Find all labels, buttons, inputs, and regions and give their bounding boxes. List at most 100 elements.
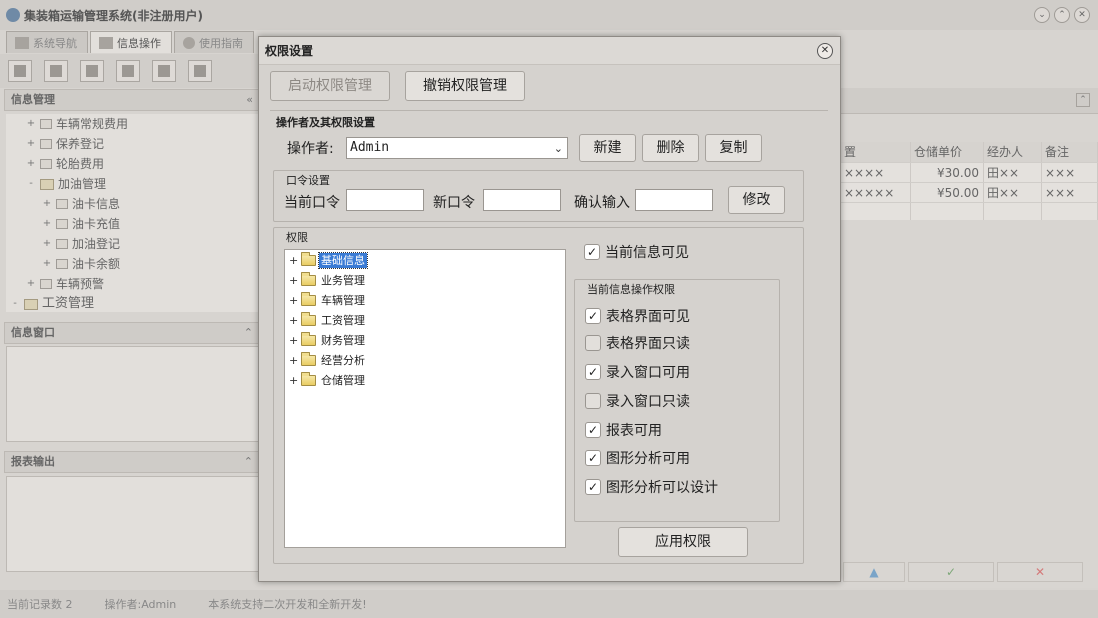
grid-header-cell[interactable]: 经办人 bbox=[984, 142, 1042, 162]
nav-tab-icon bbox=[15, 36, 29, 49]
collapse-icon[interactable]: ⌃ bbox=[244, 452, 253, 472]
checkbox-check-icon[interactable]: ✓ bbox=[585, 450, 601, 466]
confirm-password-input[interactable] bbox=[635, 189, 713, 211]
perm-tree-node[interactable]: + 工资管理 bbox=[289, 311, 367, 329]
checkbox-check-icon[interactable]: ✓ bbox=[585, 479, 601, 495]
table-row[interactable]: ×××× ¥30.00 田×× ××× bbox=[841, 162, 1098, 182]
collapse-up-icon[interactable]: ⌃ bbox=[1076, 93, 1090, 107]
copy-operator-button[interactable]: 复制 bbox=[705, 134, 762, 162]
op-checkbox[interactable]: ✓ 录入窗口可用 bbox=[585, 362, 690, 382]
tree-item[interactable]: + 车辆常规费用 bbox=[26, 114, 128, 134]
tree-item[interactable]: - 加油管理 bbox=[26, 174, 106, 194]
tree-item[interactable]: + 车辆预警 bbox=[26, 274, 104, 294]
checkbox-check-icon[interactable]: ✓ bbox=[584, 244, 600, 260]
perm-tree-node[interactable]: + 财务管理 bbox=[289, 331, 367, 349]
apply-permission-button[interactable]: 应用权限 bbox=[618, 527, 748, 557]
folder-icon bbox=[301, 311, 316, 326]
tab-info-operation[interactable]: 信息操作 bbox=[90, 31, 172, 53]
tree-item[interactable]: + 加油登记 bbox=[42, 234, 120, 254]
expand-icon[interactable]: + bbox=[289, 314, 298, 327]
op-checkbox[interactable]: ✓ 报表可用 bbox=[585, 420, 662, 440]
grid-header-cell[interactable]: 仓储单价 bbox=[911, 142, 984, 162]
search-tool-button[interactable] bbox=[8, 60, 32, 82]
export-icon bbox=[194, 65, 206, 77]
modify-password-button[interactable]: 修改 bbox=[728, 186, 785, 214]
export-tool-button[interactable] bbox=[188, 60, 212, 82]
search-icon bbox=[14, 65, 26, 77]
checkbox-check-icon[interactable]: ✓ bbox=[585, 422, 601, 438]
tree-item[interactable]: + 轮胎费用 bbox=[26, 154, 104, 174]
tree-item[interactable]: + 油卡信息 bbox=[42, 194, 120, 214]
window-tool-button[interactable] bbox=[152, 60, 176, 82]
perm-tree-node[interactable]: + 基础信息 bbox=[289, 251, 368, 269]
checkbox-check-icon[interactable] bbox=[585, 335, 601, 351]
checkbox-check-icon[interactable] bbox=[585, 393, 601, 409]
confirm-button[interactable]: ✓ bbox=[908, 562, 994, 582]
main-tabs: 系统导航 信息操作 使用指南 bbox=[6, 31, 254, 53]
perm-tree-node[interactable]: + 业务管理 bbox=[289, 271, 367, 289]
tree-item[interactable]: + 保养登记 bbox=[26, 134, 104, 154]
tree-item[interactable]: + 油卡余额 bbox=[42, 254, 120, 274]
grid-header-cell[interactable]: 置 bbox=[841, 142, 911, 162]
data-grid-panel: ⌃ 置 仓储单价 经办人 备注 ×××× ¥30.00 田×× ××× ××××… bbox=[841, 88, 1098, 588]
current-password-input[interactable] bbox=[346, 189, 424, 211]
chevron-down-icon: ⌄ bbox=[553, 142, 563, 155]
grid-header-row: 置 仓储单价 经办人 备注 bbox=[841, 142, 1098, 162]
grid-cell: ¥50.00 bbox=[911, 183, 984, 202]
perm-tree-node[interactable]: + 仓储管理 bbox=[289, 371, 367, 389]
close-window-icon[interactable]: ✕ bbox=[1074, 7, 1090, 23]
close-icon[interactable]: ✕ bbox=[817, 43, 833, 59]
new-password-input[interactable] bbox=[483, 189, 561, 211]
checkbox-check-icon[interactable]: ✓ bbox=[585, 364, 601, 380]
grid-header-cell[interactable]: 备注 bbox=[1042, 142, 1098, 162]
revoke-permission-button[interactable]: 撤销权限管理 bbox=[405, 71, 525, 101]
tools-icon bbox=[40, 119, 52, 129]
folder-icon bbox=[301, 371, 316, 386]
tab-system-nav[interactable]: 系统导航 bbox=[6, 31, 88, 53]
table-row[interactable]: ××××× ¥50.00 田×× ××× bbox=[841, 182, 1098, 202]
title-bar: 集装箱运输管理系统(非注册用户) ⌄ ⌃ ✕ bbox=[0, 0, 1098, 30]
status-bar: 当前记录数 2 操作者:Admin 本系统支持二次开发和全新开发! bbox=[0, 590, 1098, 618]
folder-icon bbox=[301, 331, 316, 346]
info-visible-checkbox[interactable]: ✓ 当前信息可见 bbox=[584, 242, 689, 262]
expand-icon[interactable]: + bbox=[289, 274, 298, 287]
op-checkbox[interactable]: 录入窗口只读 bbox=[585, 391, 690, 411]
collapse-left-icon[interactable]: « bbox=[246, 90, 253, 110]
tab-user-guide[interactable]: 使用指南 bbox=[174, 31, 254, 53]
users-tool-button[interactable] bbox=[116, 60, 140, 82]
panel-icon bbox=[50, 65, 62, 77]
checkbox-check-icon[interactable]: ✓ bbox=[585, 308, 601, 324]
table-row[interactable] bbox=[841, 202, 1098, 220]
expand-icon[interactable]: + bbox=[289, 254, 298, 267]
cancel-button[interactable]: ✕ bbox=[997, 562, 1083, 582]
new-operator-button[interactable]: 新建 bbox=[579, 134, 636, 162]
expand-icon[interactable]: + bbox=[289, 294, 298, 307]
move-up-button[interactable]: ▲ bbox=[843, 562, 905, 582]
enable-permission-button[interactable]: 启动权限管理 bbox=[270, 71, 390, 101]
status-note: 本系统支持二次开发和全新开发! bbox=[208, 598, 367, 611]
perm-tree-node[interactable]: + 车辆管理 bbox=[289, 291, 367, 309]
op-checkbox[interactable]: ✓ 图形分析可用 bbox=[585, 448, 690, 468]
folder-icon bbox=[301, 291, 316, 306]
op-checkbox[interactable]: 表格界面只读 bbox=[585, 333, 690, 353]
record-count: 当前记录数 2 bbox=[7, 598, 73, 611]
delete-operator-button[interactable]: 删除 bbox=[642, 134, 699, 162]
view-tool-button[interactable] bbox=[44, 60, 68, 82]
toolbar bbox=[0, 54, 260, 88]
document-tool-button[interactable] bbox=[80, 60, 104, 82]
expand-icon[interactable]: + bbox=[289, 354, 298, 367]
op-checkbox[interactable]: ✓ 表格界面可见 bbox=[585, 306, 690, 326]
perm-tree-node[interactable]: + 经营分析 bbox=[289, 351, 367, 369]
op-checkbox[interactable]: ✓ 图形分析可以设计 bbox=[585, 477, 718, 497]
operator-select[interactable]: Admin ⌄ bbox=[346, 137, 568, 159]
collapse-icon[interactable]: ⌃ bbox=[244, 323, 253, 343]
tools-icon bbox=[40, 159, 52, 169]
expand-icon[interactable]: + bbox=[289, 374, 298, 387]
maximize-icon[interactable]: ⌃ bbox=[1054, 7, 1070, 23]
tree-item[interactable]: - 工资管理 bbox=[10, 294, 94, 314]
info-window-header: 信息窗口 ⌃ bbox=[4, 322, 260, 344]
tree-item[interactable]: + 油卡充值 bbox=[42, 214, 120, 234]
minimize-icon[interactable]: ⌄ bbox=[1034, 7, 1050, 23]
expand-icon[interactable]: + bbox=[289, 334, 298, 347]
app-logo-icon bbox=[6, 8, 20, 22]
